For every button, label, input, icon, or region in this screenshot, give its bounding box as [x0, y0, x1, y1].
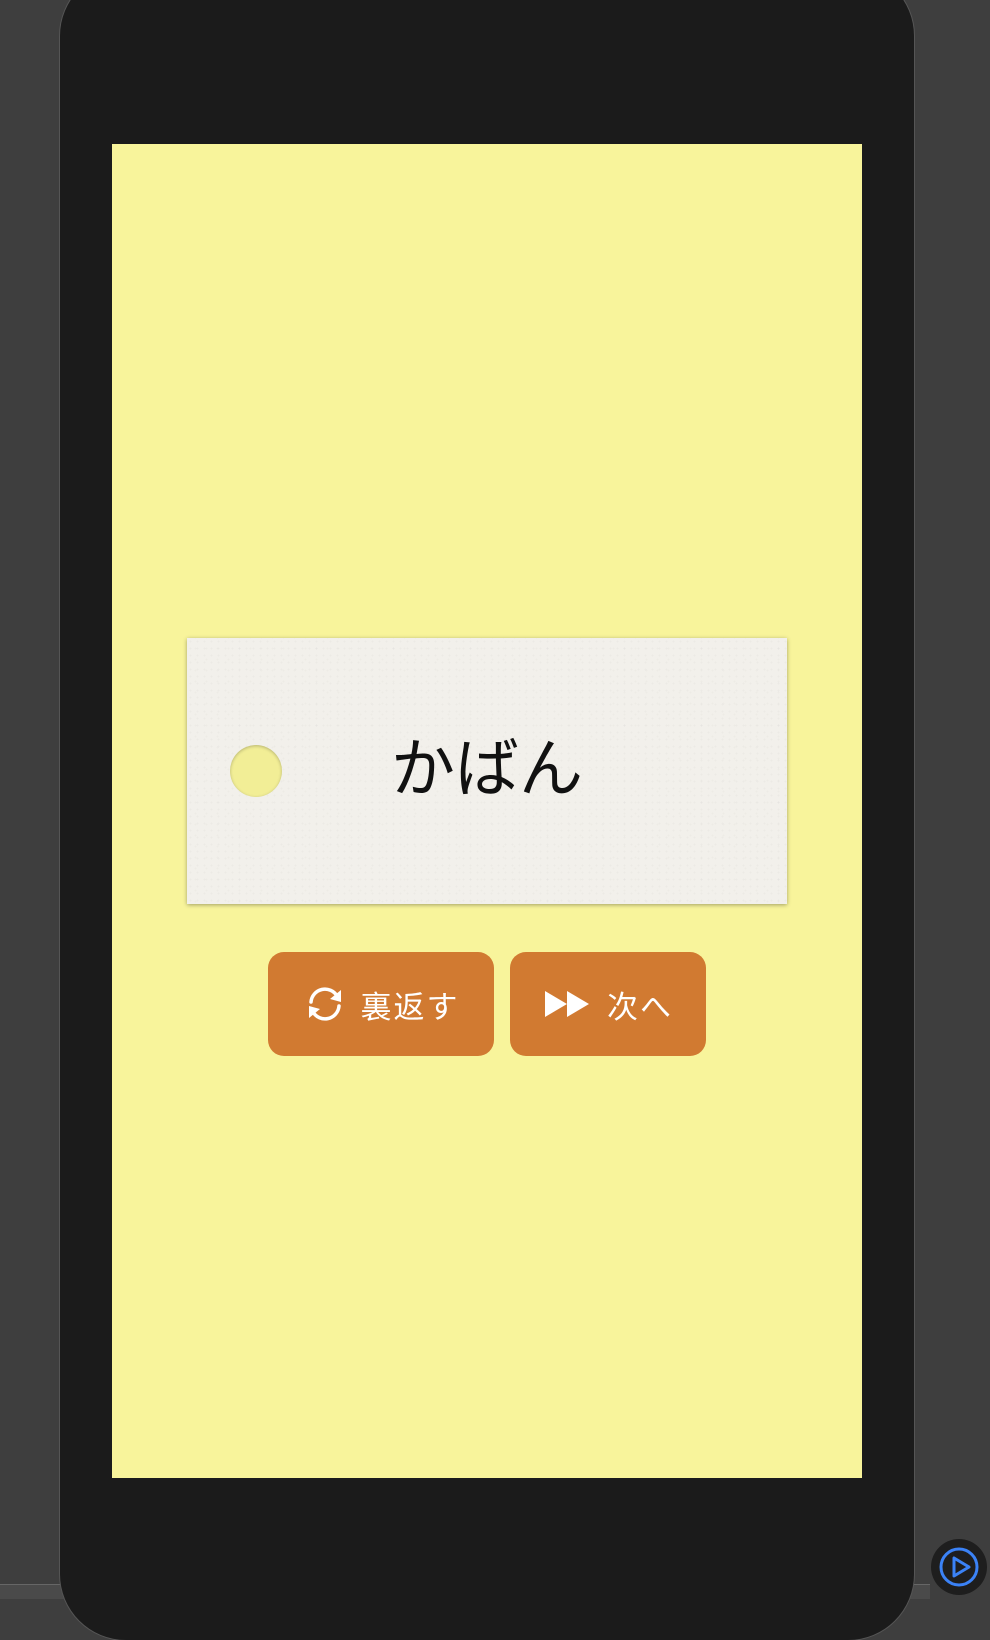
flashcard[interactable]: かばん	[187, 638, 787, 904]
play-overlay-button[interactable]	[931, 1539, 987, 1595]
app-screen: かばん 裏返す 次へ	[112, 144, 862, 1478]
next-button-label: 次へ	[607, 989, 673, 1026]
next-button[interactable]: 次へ	[510, 952, 706, 1056]
flip-button-label: 裏返す	[360, 989, 460, 1026]
play-circle-icon	[937, 1545, 981, 1589]
refresh-icon	[303, 982, 347, 1026]
fast-forward-icon	[543, 982, 593, 1026]
card-word: かばん	[391, 733, 583, 807]
flip-button[interactable]: 裏返す	[268, 952, 494, 1056]
